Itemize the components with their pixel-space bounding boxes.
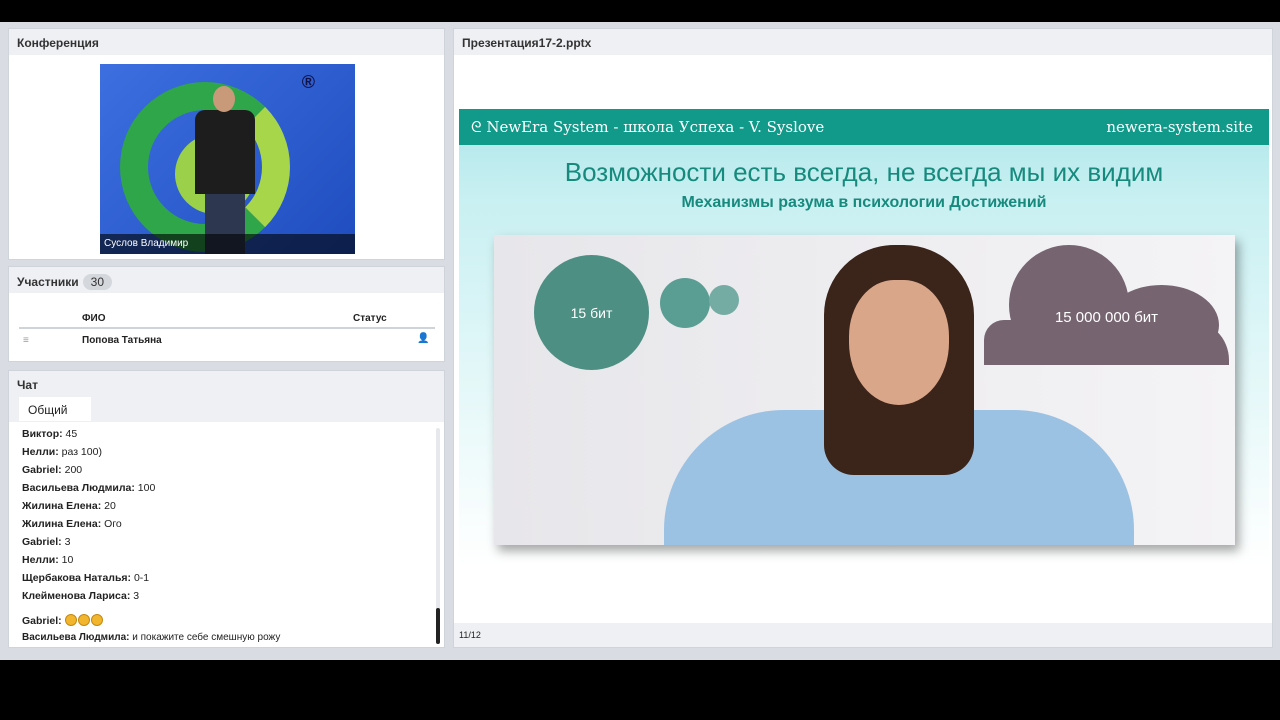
slide-brand: NewEra System - школа Успеха - V. Syslov… xyxy=(486,118,825,136)
chat-scrollbar[interactable] xyxy=(436,428,440,644)
chat-message: Виктор: 45 xyxy=(22,428,78,440)
participants-header: ФИО Статус xyxy=(19,311,435,329)
app: Конференция ® Суслов Владимир Участники 3… xyxy=(0,22,1280,660)
slide-site: newera-system.site xyxy=(1106,118,1253,136)
conference-panel: Конференция ® Суслов Владимир xyxy=(8,28,445,260)
scrollbar-thumb[interactable] xyxy=(436,608,440,644)
woman-figure xyxy=(664,245,1134,545)
participants-panel: Участники 30 ФИО Статус ≡ Попова Татьяна … xyxy=(8,266,445,362)
conference-title: Конференция xyxy=(9,29,444,55)
grin-emoji-icon xyxy=(64,614,77,626)
presentation-panel: Презентация17-2.pptx ᘓ NewEra System - ш… xyxy=(453,28,1273,648)
col-name: ФИО xyxy=(82,313,106,324)
chat-message: Нелли: раз 100) xyxy=(22,446,102,458)
chat-messages: Виктор: 45 Нелли: раз 100) Gabriel: 200 … xyxy=(9,421,444,647)
menu-icon[interactable]: ≡ xyxy=(23,335,29,346)
registered-mark: ® xyxy=(301,72,315,92)
chat-message: Нелли: 10 xyxy=(22,554,74,566)
participants-count: 30 xyxy=(82,274,113,290)
chat-message: Gabriel: 200 xyxy=(22,464,83,476)
big-thought-cloud: 15 000 000 бит xyxy=(984,245,1229,365)
user-status-icon: 👤 xyxy=(417,333,430,344)
slide: ᘓ NewEra System - школа Успеха - V. Sysl… xyxy=(459,109,1269,566)
big-cloud-label: 15 000 000 бит xyxy=(1054,309,1159,326)
chat-message: Щербакова Наталья: 0-1 xyxy=(22,572,150,584)
table-row[interactable]: ≡ Попова Татьяна 👤 xyxy=(19,331,435,351)
chat-message: Жилина Елена: Ого xyxy=(22,518,122,530)
chat-panel: Чат Общий Виктор: 45 Нелли: раз 100) Gab… xyxy=(8,370,445,648)
grin-emoji-icon xyxy=(77,614,90,626)
chat-message: Gabriel: 3 xyxy=(22,536,71,548)
slide-banner: ᘓ NewEra System - школа Успеха - V. Sysl… xyxy=(459,109,1269,145)
thought-bubble xyxy=(660,278,710,328)
chat-message: Gabriel: xyxy=(22,614,104,627)
chat-message: Васильева Людмила: и покажите себе смешн… xyxy=(22,632,281,643)
brand-logo-icon: ᘓ xyxy=(471,118,482,136)
slide-heading: Возможности есть всегда, не всегда мы их… xyxy=(564,157,1164,187)
presentation-title: Презентация17-2.pptx xyxy=(454,29,1272,55)
thought-bubble xyxy=(709,285,739,315)
speaker-figure xyxy=(195,86,255,254)
col-status: Статус xyxy=(353,313,387,324)
tab-general[interactable]: Общий xyxy=(19,397,91,421)
participants-title: Участники xyxy=(17,275,79,289)
participant-name: Попова Татьяна xyxy=(82,335,162,346)
grin-emoji-icon xyxy=(90,614,103,626)
slide-subheading: Механизмы разума в психологии Достижений xyxy=(681,194,1047,211)
slide-photo: 15 бит 15 000 000 бит xyxy=(494,235,1235,545)
chat-message: Клейменова Лариса: 3 xyxy=(22,590,140,602)
chat-message: Жилина Елена: 20 xyxy=(22,500,116,512)
small-thought-cloud: 15 бит xyxy=(534,255,649,370)
page-indicator: 11/12 xyxy=(454,623,1272,647)
video-feed[interactable]: ® Суслов Владимир xyxy=(100,64,355,254)
chat-title: Чат xyxy=(9,371,444,397)
chat-message: Васильева Людмила: 100 xyxy=(22,482,156,494)
speaker-name: Суслов Владимир xyxy=(100,234,355,254)
